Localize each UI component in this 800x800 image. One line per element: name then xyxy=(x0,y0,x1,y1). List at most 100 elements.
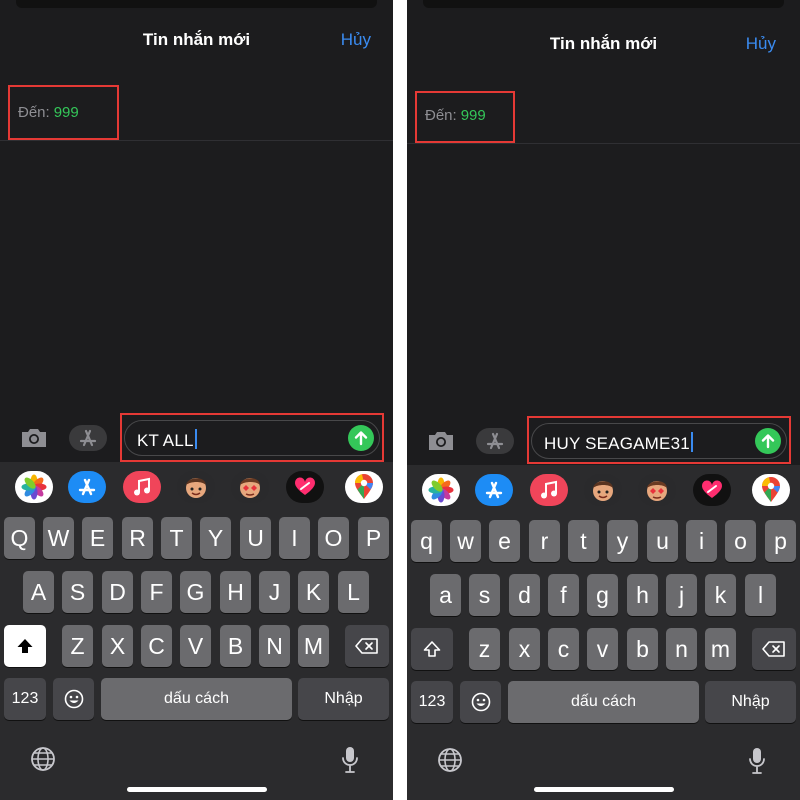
recipient-label: Đến: 999 xyxy=(425,107,486,124)
key-d[interactable]: D xyxy=(102,571,133,613)
key-j[interactable]: j xyxy=(666,574,697,616)
recipient-value[interactable]: 999 xyxy=(54,104,79,121)
key-g[interactable]: g xyxy=(587,574,618,616)
key-t[interactable]: T xyxy=(161,517,192,559)
key-m[interactable]: M xyxy=(298,625,329,667)
key-n[interactable]: N xyxy=(259,625,290,667)
key-y[interactable]: Y xyxy=(200,517,231,559)
key-g[interactable]: G xyxy=(180,571,211,613)
key-s[interactable]: s xyxy=(469,574,500,616)
send-button[interactable] xyxy=(348,425,374,451)
key-l[interactable]: l xyxy=(745,574,776,616)
cancel-button[interactable]: Hủy xyxy=(746,34,776,54)
google-maps-icon[interactable] xyxy=(345,471,383,503)
music-icon[interactable] xyxy=(530,474,568,506)
message-text: KT ALL xyxy=(137,429,197,451)
key-u[interactable]: u xyxy=(647,520,678,562)
microphone-icon[interactable] xyxy=(744,745,770,777)
key-x[interactable]: x xyxy=(509,628,540,670)
key-x[interactable]: X xyxy=(102,625,133,667)
key-u[interactable]: U xyxy=(240,517,271,559)
recipient-value[interactable]: 999 xyxy=(461,107,486,124)
key-c[interactable]: c xyxy=(548,628,579,670)
key-l[interactable]: L xyxy=(338,571,369,613)
return-key[interactable]: Nhập xyxy=(705,681,796,723)
key-o[interactable]: O xyxy=(318,517,349,559)
key-n[interactable]: n xyxy=(666,628,697,670)
shift-icon xyxy=(17,639,33,653)
key-w[interactable]: W xyxy=(43,517,74,559)
memoji-sticker-icon[interactable] xyxy=(231,471,269,503)
music-icon[interactable] xyxy=(123,471,161,503)
emoji-key[interactable] xyxy=(53,678,94,720)
key-k[interactable]: k xyxy=(705,574,736,616)
key-b[interactable]: b xyxy=(627,628,658,670)
shift-key[interactable] xyxy=(4,625,46,667)
photos-icon[interactable] xyxy=(422,474,460,506)
cancel-button[interactable]: Hủy xyxy=(341,30,371,50)
digital-touch-icon[interactable] xyxy=(286,471,324,503)
key-w[interactable]: w xyxy=(450,520,481,562)
message-input[interactable]: KT ALL xyxy=(124,420,380,456)
return-key[interactable]: Nhập xyxy=(298,678,389,720)
key-h[interactable]: H xyxy=(220,571,251,613)
recipient-row[interactable]: Đến: 999 xyxy=(407,91,800,143)
key-f[interactable]: F xyxy=(141,571,172,613)
key-h[interactable]: h xyxy=(627,574,658,616)
key-a[interactable]: a xyxy=(430,574,461,616)
delete-key[interactable] xyxy=(345,625,389,667)
shift-key[interactable] xyxy=(411,628,453,670)
key-v[interactable]: v xyxy=(587,628,618,670)
emoji-key[interactable] xyxy=(460,681,501,723)
appstore-button[interactable] xyxy=(476,428,514,454)
google-maps-icon[interactable] xyxy=(752,474,790,506)
memoji-icon[interactable] xyxy=(584,474,622,506)
key-i[interactable]: I xyxy=(279,517,310,559)
key-p[interactable]: P xyxy=(358,517,389,559)
key-o[interactable]: o xyxy=(725,520,756,562)
key-f[interactable]: f xyxy=(548,574,579,616)
memoji-icon[interactable] xyxy=(177,471,215,503)
key-q[interactable]: Q xyxy=(4,517,35,559)
key-d[interactable]: d xyxy=(509,574,540,616)
key-r[interactable]: R xyxy=(122,517,153,559)
key-j[interactable]: J xyxy=(259,571,290,613)
key-a[interactable]: A xyxy=(23,571,54,613)
microphone-icon[interactable] xyxy=(337,744,363,776)
digital-touch-icon[interactable] xyxy=(693,474,731,506)
key-y[interactable]: y xyxy=(607,520,638,562)
message-input[interactable]: HUY SEAGAME31 xyxy=(531,423,787,459)
key-z[interactable]: Z xyxy=(62,625,93,667)
key-p[interactable]: p xyxy=(765,520,796,562)
space-key[interactable]: dấu cách xyxy=(508,681,699,723)
key-t[interactable]: t xyxy=(568,520,599,562)
globe-icon[interactable] xyxy=(28,744,58,774)
backspace-icon xyxy=(762,641,785,657)
key-v[interactable]: V xyxy=(180,625,211,667)
camera-icon[interactable] xyxy=(424,427,458,455)
photos-icon[interactable] xyxy=(15,471,53,503)
key-e[interactable]: e xyxy=(489,520,520,562)
recipient-row[interactable]: Đến: 999 xyxy=(0,88,393,140)
key-e[interactable]: E xyxy=(82,517,113,559)
key-q[interactable]: q xyxy=(411,520,442,562)
send-button[interactable] xyxy=(755,428,781,454)
key-c[interactable]: C xyxy=(141,625,172,667)
memoji-sticker-icon[interactable] xyxy=(638,474,676,506)
camera-icon[interactable] xyxy=(17,424,51,452)
numbers-key[interactable]: 123 xyxy=(411,681,453,723)
delete-key[interactable] xyxy=(752,628,796,670)
appstore-button[interactable] xyxy=(69,425,107,451)
numbers-key[interactable]: 123 xyxy=(4,678,46,720)
appstore-icon[interactable] xyxy=(68,471,106,503)
key-r[interactable]: r xyxy=(529,520,560,562)
key-k[interactable]: K xyxy=(298,571,329,613)
key-s[interactable]: S xyxy=(62,571,93,613)
key-m[interactable]: m xyxy=(705,628,736,670)
key-z[interactable]: z xyxy=(469,628,500,670)
globe-icon[interactable] xyxy=(435,745,465,775)
space-key[interactable]: dấu cách xyxy=(101,678,292,720)
key-i[interactable]: i xyxy=(686,520,717,562)
appstore-icon[interactable] xyxy=(475,474,513,506)
key-b[interactable]: B xyxy=(220,625,251,667)
